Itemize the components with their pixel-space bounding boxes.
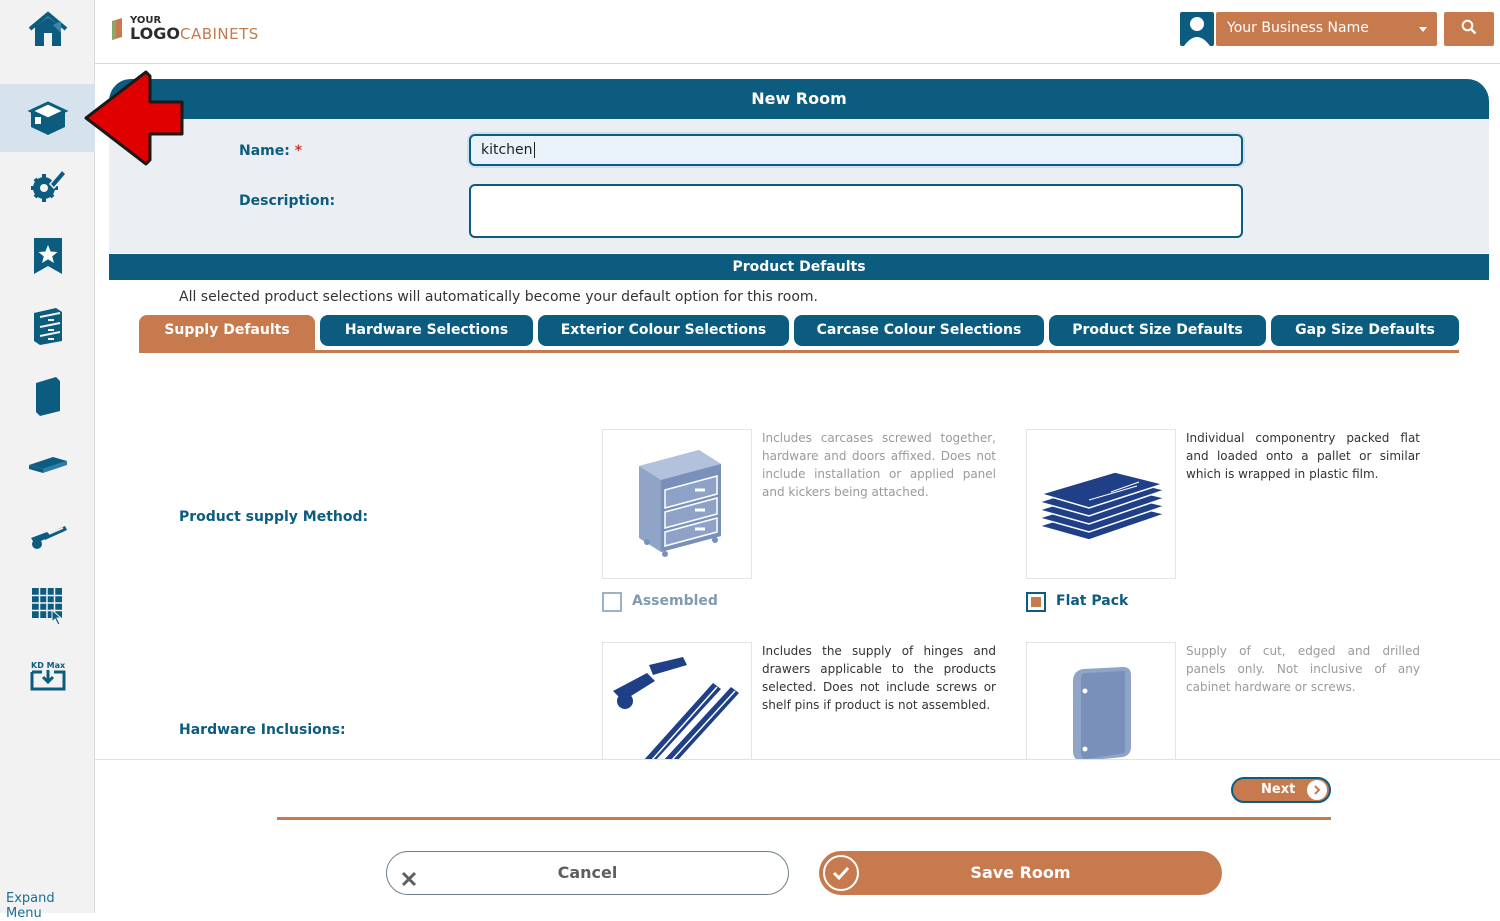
hardware-included-image[interactable] [602,642,752,760]
close-icon [399,863,419,904]
assembled-checkbox[interactable] [602,592,622,612]
sidebar-item-grid[interactable] [0,572,95,640]
tab-carcase-colour-selections[interactable]: Carcase Colour Selections [794,315,1044,346]
room-form: Name: * kitchen Description: [109,119,1489,253]
sidebar-item-settings[interactable] [0,152,95,220]
logo-mark-icon [110,17,124,41]
assembled-image[interactable] [602,429,752,579]
sidebar-item-benchtops[interactable] [0,432,95,500]
flat-pack-description: Individual componentry packed flat and l… [1186,431,1420,481]
tab-hardware-selections[interactable]: Hardware Selections [320,315,533,346]
divider [277,817,1331,820]
grid-select-icon [30,586,66,626]
name-field[interactable]: kitchen [469,134,1243,166]
assembled-description: Includes carcases screwed together, hard… [762,431,996,499]
search-icon [1461,19,1477,39]
cancel-button[interactable]: Cancel [386,851,789,895]
tab-exterior-colour-selections[interactable]: Exterior Colour Selections [538,315,789,346]
avatar[interactable] [1180,12,1214,46]
annotation-arrow-icon [84,68,186,176]
sidebar-item-hardware[interactable] [0,502,95,570]
description-label: Description: [239,193,336,209]
bookmark-star-icon [31,236,65,276]
logo-logo: LOGO [130,24,180,43]
next-button[interactable]: Next [1231,777,1331,803]
tab-gap-size-defaults[interactable]: Gap Size Defaults [1271,315,1459,346]
hardware-inclusions-label: Hardware Inclusions: [179,722,346,738]
tab-supply-defaults[interactable]: Supply Defaults [139,315,315,351]
logo: YOUR LOGOCABINETS [110,16,259,42]
hardware-included-description: Includes the supply of hinges and drawer… [762,644,996,712]
hardware-hinge-icon [27,520,69,552]
flat-pack-image[interactable] [1026,429,1176,579]
sidebar: KD Max Expand Menu [0,0,95,921]
logo-cabinets: CABINETS [179,25,259,43]
sidebar-item-rooms[interactable] [0,84,95,152]
top-bar: YOUR LOGOCABINETS Your Business Name [95,0,1500,64]
benchtop-icon [27,453,69,479]
panels-only-description: Supply of cut, edged and drilled panels … [1186,644,1420,694]
description-field[interactable] [469,184,1243,238]
page-title: New Room [109,79,1489,119]
business-select[interactable]: Your Business Name [1216,12,1437,46]
kd-max-import-icon: KD Max [29,660,67,692]
sidebar-item-home[interactable] [0,0,95,64]
room-box-icon [26,98,69,138]
name-label: Name: * [239,143,303,159]
product-defaults-header: Product Defaults [109,254,1489,280]
action-bar: Next Cancel Save Room [95,759,1500,913]
flat-pack-checkbox[interactable] [1026,592,1046,612]
sidebar-item-kd-max[interactable]: KD Max [0,642,95,710]
product-defaults-note: All selected product selections will aut… [179,289,818,305]
search-button[interactable] [1444,12,1494,46]
chevron-right-icon [1307,780,1327,800]
tab-product-size-defaults[interactable]: Product Size Defaults [1049,315,1266,346]
settings-pencil-icon [28,166,68,206]
door-panel-icon [32,375,64,417]
tab-bar: Supply Defaults Hardware Selections Exte… [139,315,1459,353]
cabinet-drawers-icon [30,305,66,347]
supply-method-label: Product supply Method: [179,509,369,525]
expand-menu-link[interactable]: Expand Menu [6,891,94,921]
save-room-button[interactable]: Save Room [819,851,1222,895]
svg-text:KD Max: KD Max [31,661,66,670]
flat-pack-label[interactable]: Flat Pack [1056,593,1128,609]
panels-only-image[interactable] [1026,642,1176,760]
assembled-label[interactable]: Assembled [632,593,718,609]
home-icon [27,11,69,49]
chevron-down-icon [1419,27,1427,32]
sidebar-item-favourites[interactable] [0,222,95,290]
business-name: Your Business Name [1227,20,1369,36]
sidebar-item-cabinets[interactable] [0,292,95,360]
check-icon [823,855,859,891]
sidebar-item-doors[interactable] [0,362,95,430]
